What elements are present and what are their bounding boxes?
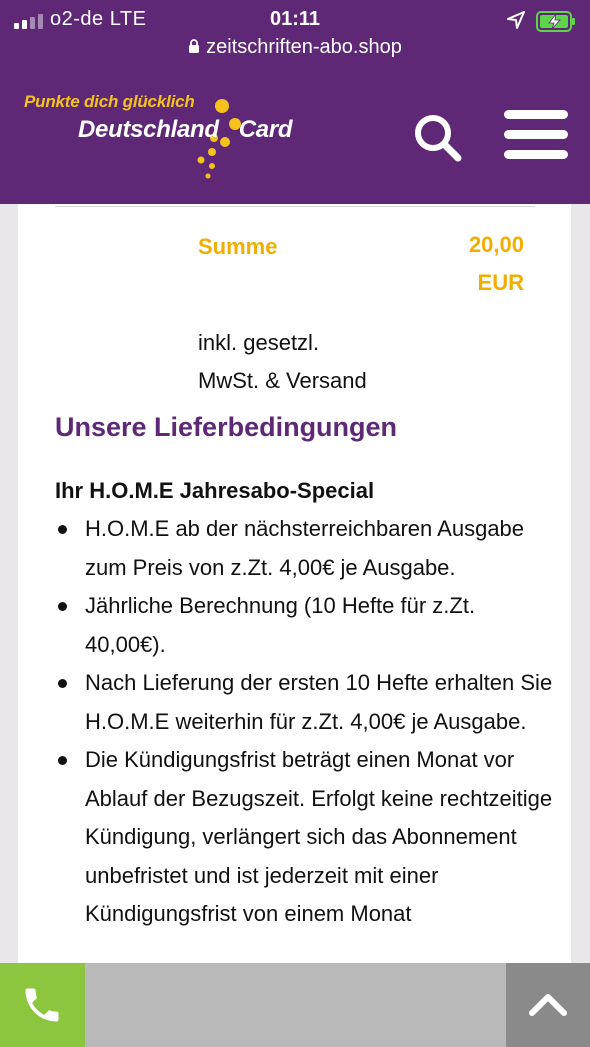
menu-line-icon — [504, 110, 568, 119]
offer-title: Ihr H.O.M.E Jahresabo-Special — [55, 478, 375, 503]
delivery-section-title: Unsere Lieferbedingungen — [55, 412, 398, 442]
search-icon — [415, 115, 462, 162]
list-item: Die Kündigungsfrist beträgt einen Monat … — [55, 741, 555, 934]
location-arrow-icon — [507, 11, 525, 29]
lock-icon — [189, 39, 200, 53]
deutschlandcard-logo[interactable]: Punkte dich glücklich Deutschland Card — [22, 92, 302, 187]
search-button[interactable] — [412, 112, 464, 164]
logo-name-part2: Card — [238, 116, 293, 143]
site-header: Punkte dich glücklich Deutschland Card — [0, 72, 590, 204]
divider — [55, 206, 535, 207]
menu-line-icon — [504, 130, 568, 139]
vat-line-1: inkl. gesetzl. — [198, 330, 320, 355]
bottom-bar-overlay — [85, 963, 506, 1047]
order-summary-panel: Summe 20,00 EUR inkl. gesetzl. MwSt. & V… — [18, 204, 571, 1047]
phone-icon — [25, 988, 59, 1022]
sum-currency: EUR — [477, 270, 524, 295]
status-bar: o2-de LTE 01:11 zeitschriften-abo.shop — [0, 0, 590, 72]
scroll-to-top-button[interactable] — [506, 963, 590, 1047]
call-button[interactable] — [0, 963, 85, 1047]
delivery-terms-list: H.O.M.E ab der nächsterreichbaren Ausgab… — [55, 510, 555, 934]
chevron-up-icon — [529, 994, 567, 1016]
logo-tagline: Punkte dich glücklich — [24, 92, 195, 111]
list-item: Jährliche Berechnung (10 Hefte für z.Zt.… — [55, 587, 555, 664]
url-bar[interactable]: zeitschriften-abo.shop — [0, 36, 590, 59]
logo-name: Deutschland Card — [78, 116, 293, 144]
vat-line-2: MwSt. & Versand — [198, 368, 367, 393]
hamburger-menu-button[interactable] — [504, 110, 568, 162]
vat-note: inkl. gesetzl. MwSt. & Versand — [198, 324, 438, 400]
sum-amount: 20,00 — [468, 232, 524, 257]
menu-line-icon — [504, 150, 568, 159]
list-item: H.O.M.E ab der nächsterreichbaren Ausgab… — [55, 510, 555, 587]
sum-value: 20,00 EUR — [438, 226, 524, 302]
url-text: zeitschriften-abo.shop — [206, 36, 402, 58]
sum-label: Summe — [198, 234, 278, 259]
battery-charging-icon — [536, 11, 575, 32]
clock: 01:11 — [269, 8, 321, 30]
logo-name-part1: Deutschland — [78, 116, 219, 143]
list-item: Nach Lieferung der ersten 10 Hefte erhal… — [55, 664, 555, 741]
